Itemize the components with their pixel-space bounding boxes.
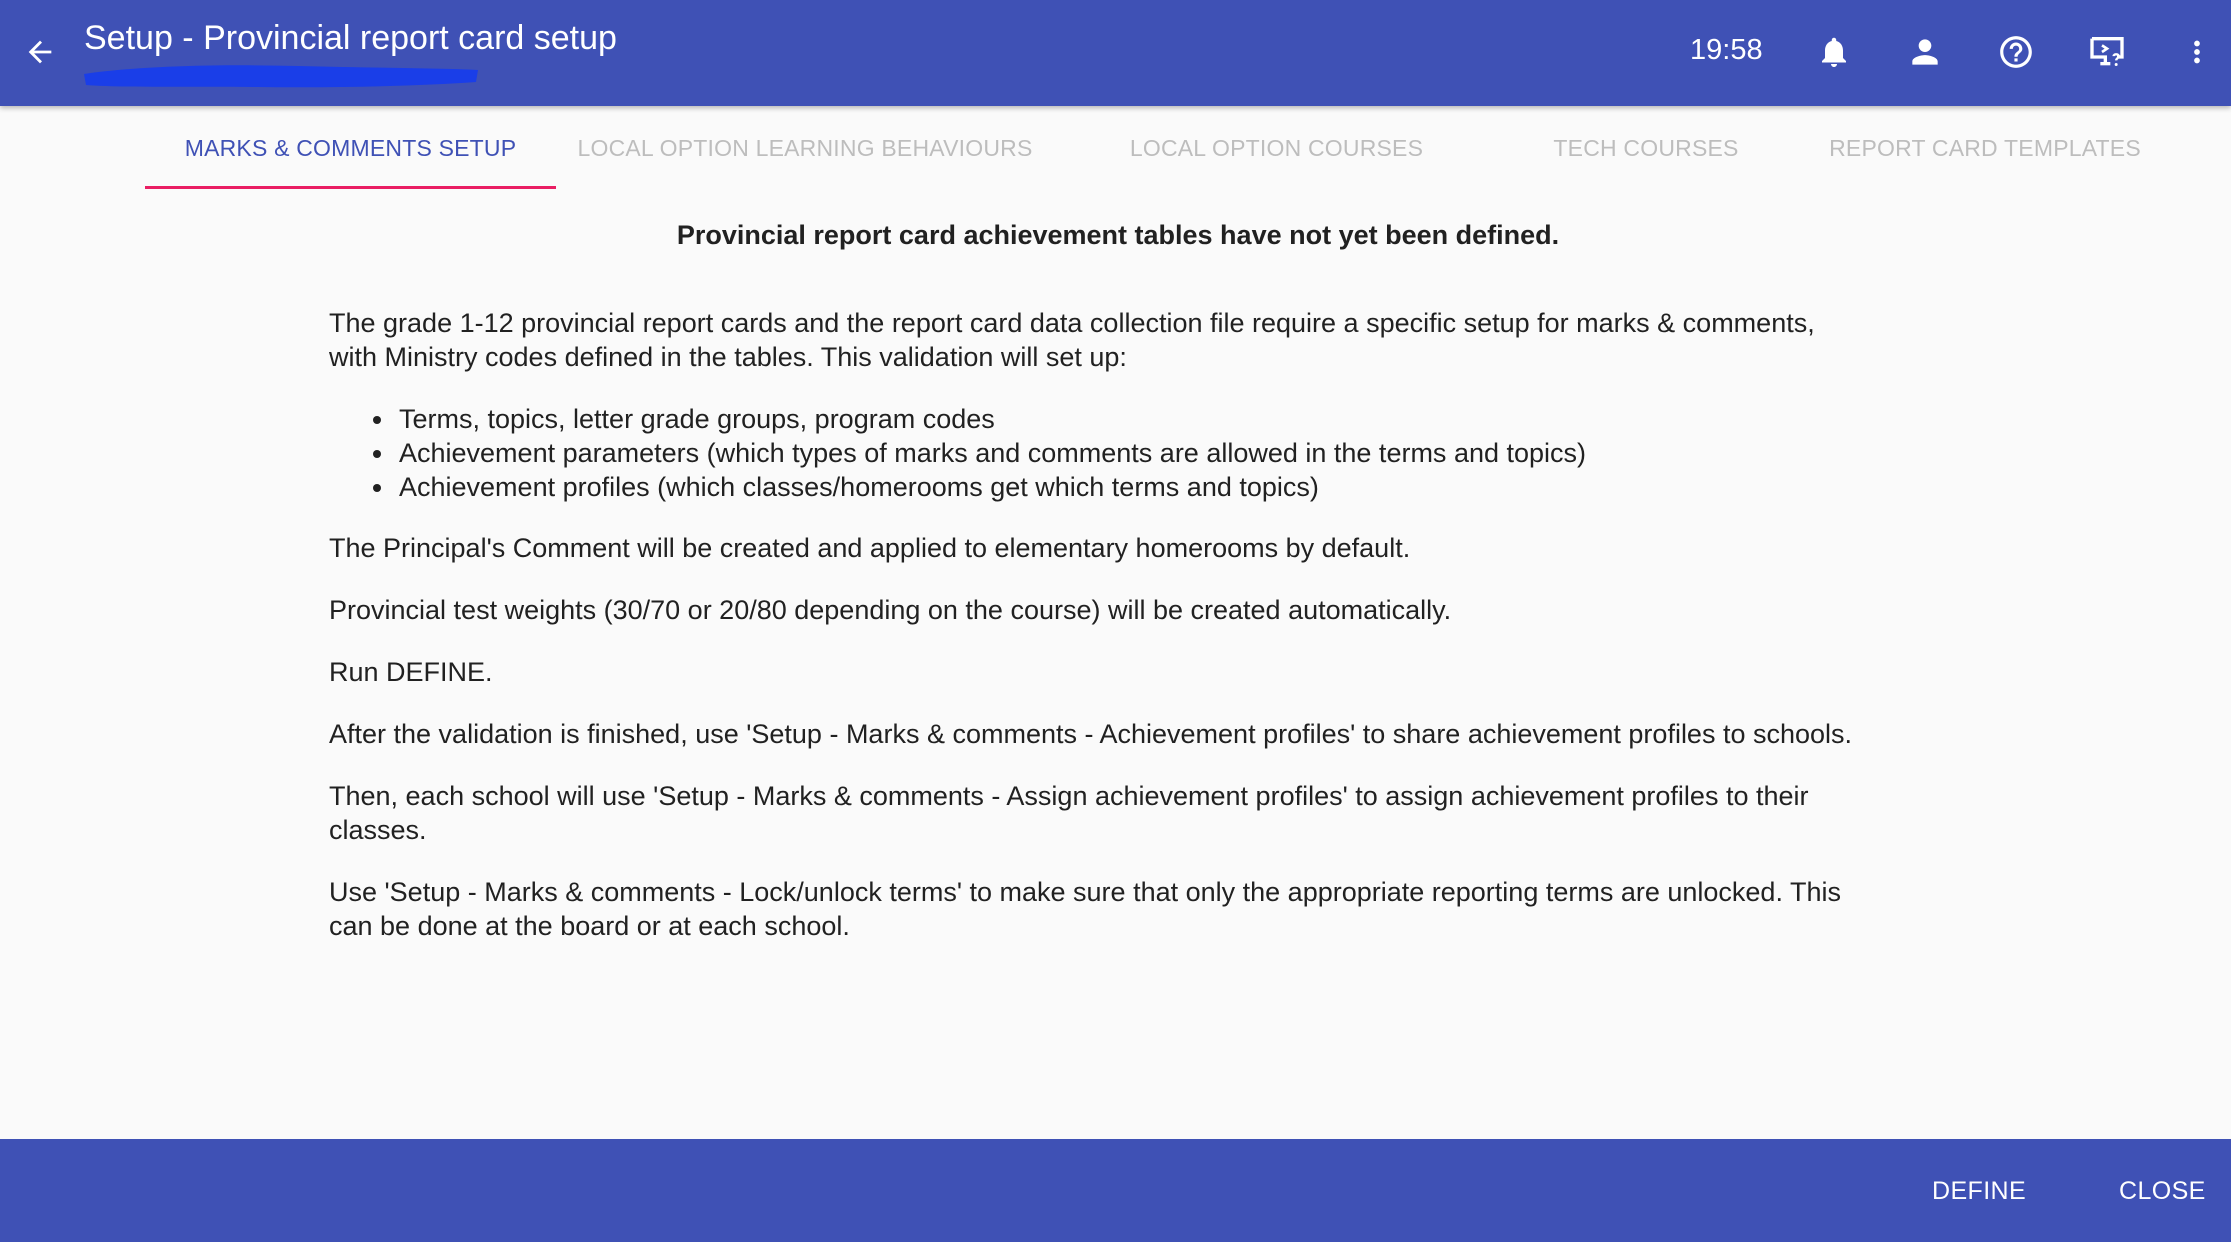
lock-terms-line-2: can be done at the board or at each scho…: [329, 911, 850, 941]
principal-comment-paragraph: The Principal's Comment will be created …: [329, 533, 1411, 563]
define-button[interactable]: DEFINE: [1932, 1163, 2026, 1219]
tab-bar: MARKS & COMMENTS SETUP LOCAL OPTION LEAR…: [145, 106, 2141, 190]
more-options-button[interactable]: [2167, 22, 2227, 82]
account-button[interactable]: [1895, 22, 1955, 82]
tab-marks-comments-setup[interactable]: MARKS & COMMENTS SETUP: [145, 106, 556, 190]
person-icon: [1912, 39, 1938, 65]
back-button[interactable]: [14, 26, 66, 78]
remote-desktop-icon: [2090, 37, 2124, 66]
run-define-paragraph: Run DEFINE.: [329, 657, 493, 687]
help-icon: [2000, 36, 2032, 68]
school-assign-paragraph: Then, each school will use 'Setup - Mark…: [329, 779, 1919, 847]
bottom-action-bar: DEFINE CLOSE: [0, 1139, 2231, 1242]
intro-line-1: The grade 1-12 provincial report cards a…: [329, 308, 1815, 338]
more-vert-icon: [2194, 40, 2200, 64]
school-assign-line-2: classes.: [329, 815, 427, 845]
setup-items-list: Terms, topics, letter grade groups, prog…: [329, 402, 1586, 504]
remote-support-button[interactable]: [2077, 22, 2137, 82]
active-tab-indicator: [145, 186, 556, 189]
intro-paragraph: The grade 1-12 provincial report cards a…: [329, 306, 1919, 374]
status-heading: Provincial report card achievement table…: [676, 220, 1560, 250]
tab-local-option-courses[interactable]: LOCAL OPTION COURSES: [1054, 106, 1499, 190]
tab-tech-courses[interactable]: TECH COURSES: [1499, 106, 1793, 190]
lock-terms-line-1: Use 'Setup - Marks & comments - Lock/unl…: [329, 877, 1841, 907]
page-title: Setup - Provincial report card setup: [84, 19, 617, 57]
bell-icon: [1822, 37, 1846, 67]
close-button[interactable]: CLOSE: [2119, 1163, 2206, 1219]
intro-line-2: with Ministry codes defined in the table…: [329, 342, 1127, 372]
top-app-bar: Setup - Provincial report card setup 19:…: [0, 0, 2231, 106]
tab-report-card-templates[interactable]: REPORT CARD TEMPLATES: [1793, 106, 2177, 190]
tab-local-option-learning-behaviours[interactable]: LOCAL OPTION LEARNING BEHAVIOURS: [556, 106, 1054, 190]
clock: 19:58: [1690, 34, 1763, 66]
list-item: Terms, topics, letter grade groups, prog…: [372, 402, 1586, 436]
list-item: Achievement profiles (which classes/home…: [372, 470, 1586, 504]
lock-terms-paragraph: Use 'Setup - Marks & comments - Lock/unl…: [329, 875, 1919, 943]
app-root: Setup - Provincial report card setup 19:…: [0, 0, 2231, 1242]
help-button[interactable]: [1986, 22, 2046, 82]
after-validation-paragraph: After the validation is finished, use 'S…: [329, 719, 1853, 749]
school-assign-line-1: Then, each school will use 'Setup - Mark…: [329, 781, 1809, 811]
test-weights-paragraph: Provincial test weights (30/70 or 20/80 …: [329, 595, 1452, 625]
list-item: Achievement parameters (which types of m…: [372, 438, 1587, 468]
redaction-scribble: [84, 65, 478, 88]
back-arrow-icon: [28, 40, 52, 64]
notifications-button[interactable]: [1804, 22, 1864, 82]
